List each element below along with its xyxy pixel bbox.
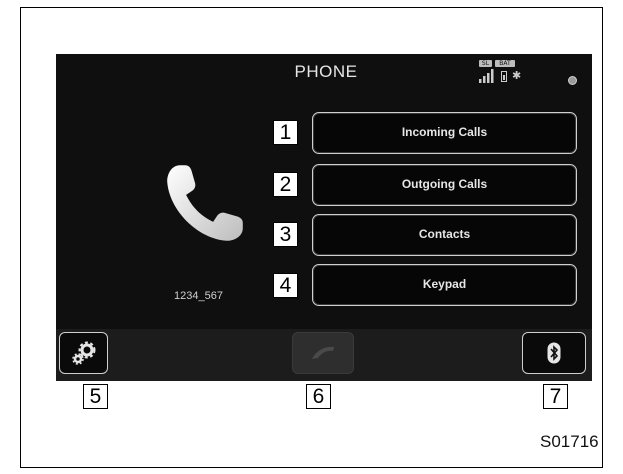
settings-icon (71, 341, 95, 365)
figure-code: S01716 (540, 432, 599, 451)
status-indicators: SL BAT ✱ (476, 60, 536, 86)
phone-number: 1234_567 (174, 290, 223, 302)
signal-strength-icon (479, 69, 494, 83)
phone-screen: PHONE SL BAT ✱ 1234_567 Incoming Calls O… (56, 54, 592, 381)
call-button[interactable] (292, 332, 354, 374)
battery-icon (501, 71, 507, 82)
callout-3: 3 (273, 222, 298, 247)
bluetooth-button[interactable] (522, 332, 586, 374)
settings-button[interactable] (59, 332, 108, 374)
incoming-calls-button[interactable]: Incoming Calls (312, 112, 577, 154)
handset-icon (312, 346, 334, 359)
callout-7: 7 (543, 384, 568, 409)
callout-4: 4 (273, 273, 298, 298)
handset-icon (167, 165, 243, 241)
callout-1: 1 (273, 120, 298, 145)
callout-5: 5 (83, 384, 108, 409)
status-dot-icon (568, 76, 577, 85)
outgoing-calls-button[interactable]: Outgoing Calls (312, 164, 577, 206)
page-title: PHONE (294, 62, 358, 81)
bluetooth-status-icon: ✱ (512, 70, 522, 82)
status-tag-right: BAT (495, 60, 515, 67)
keypad-button[interactable]: Keypad (312, 264, 577, 306)
status-tag-left: SL (479, 60, 492, 67)
callout-2: 2 (273, 172, 298, 197)
contacts-button[interactable]: Contacts (312, 214, 577, 256)
callout-6: 6 (306, 384, 331, 409)
bluetooth-icon (547, 342, 561, 364)
